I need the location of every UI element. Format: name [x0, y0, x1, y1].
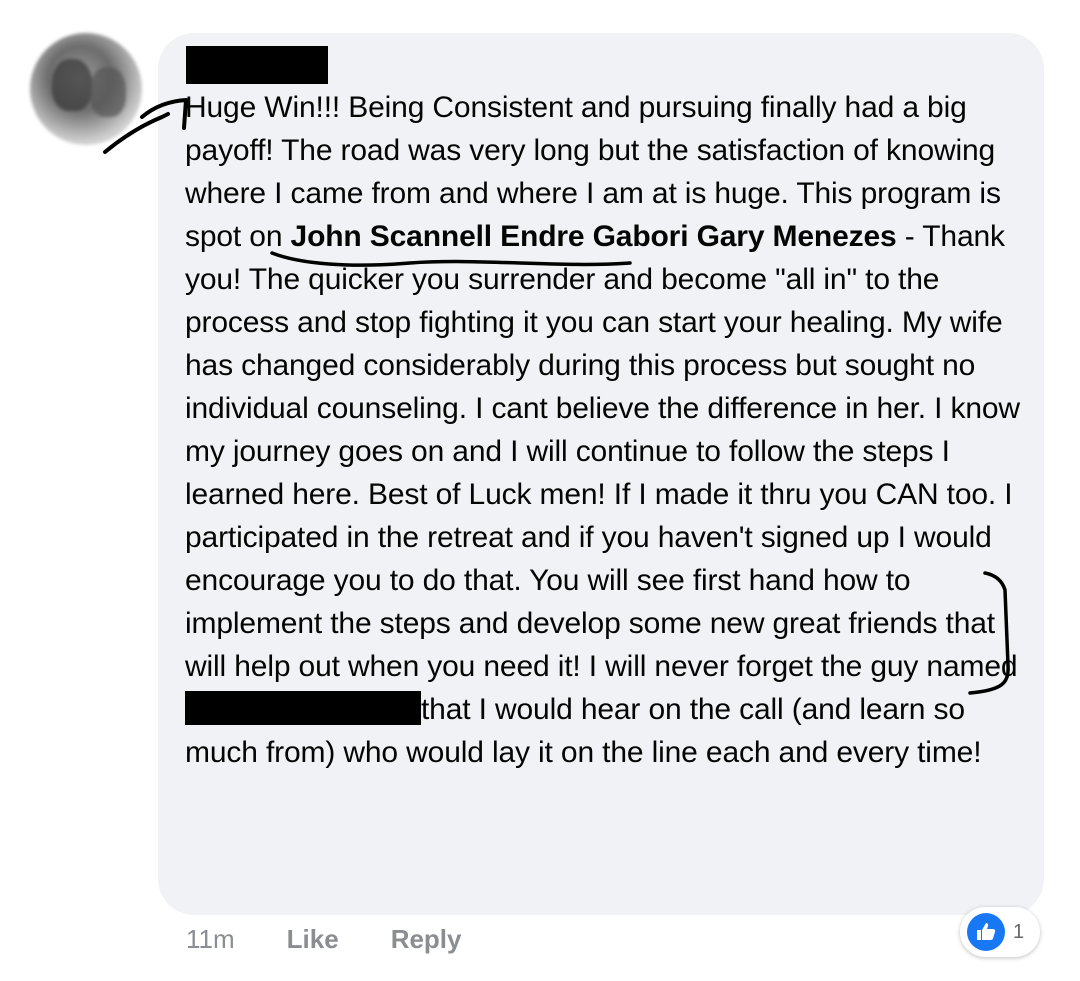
- thumbs-up-icon: [967, 913, 1005, 951]
- redacted-name: [185, 691, 421, 725]
- reaction-summary[interactable]: 1: [960, 907, 1040, 957]
- reply-button[interactable]: Reply: [391, 924, 462, 955]
- like-button[interactable]: Like: [287, 924, 339, 955]
- comment-actions: 11m Like Reply: [186, 924, 462, 955]
- comment-text: Huge Win!!! Being Consistent and pursuin…: [185, 86, 1025, 774]
- redacted-author-name: [186, 46, 328, 84]
- reaction-count: 1: [1013, 920, 1025, 943]
- comment-middle: - Thank you! The quicker you surrender a…: [185, 220, 1020, 683]
- tagged-names[interactable]: John Scannell Endre Gabori Gary Menezes: [291, 220, 897, 253]
- timestamp[interactable]: 11m: [186, 924, 235, 955]
- avatar[interactable]: [30, 33, 142, 145]
